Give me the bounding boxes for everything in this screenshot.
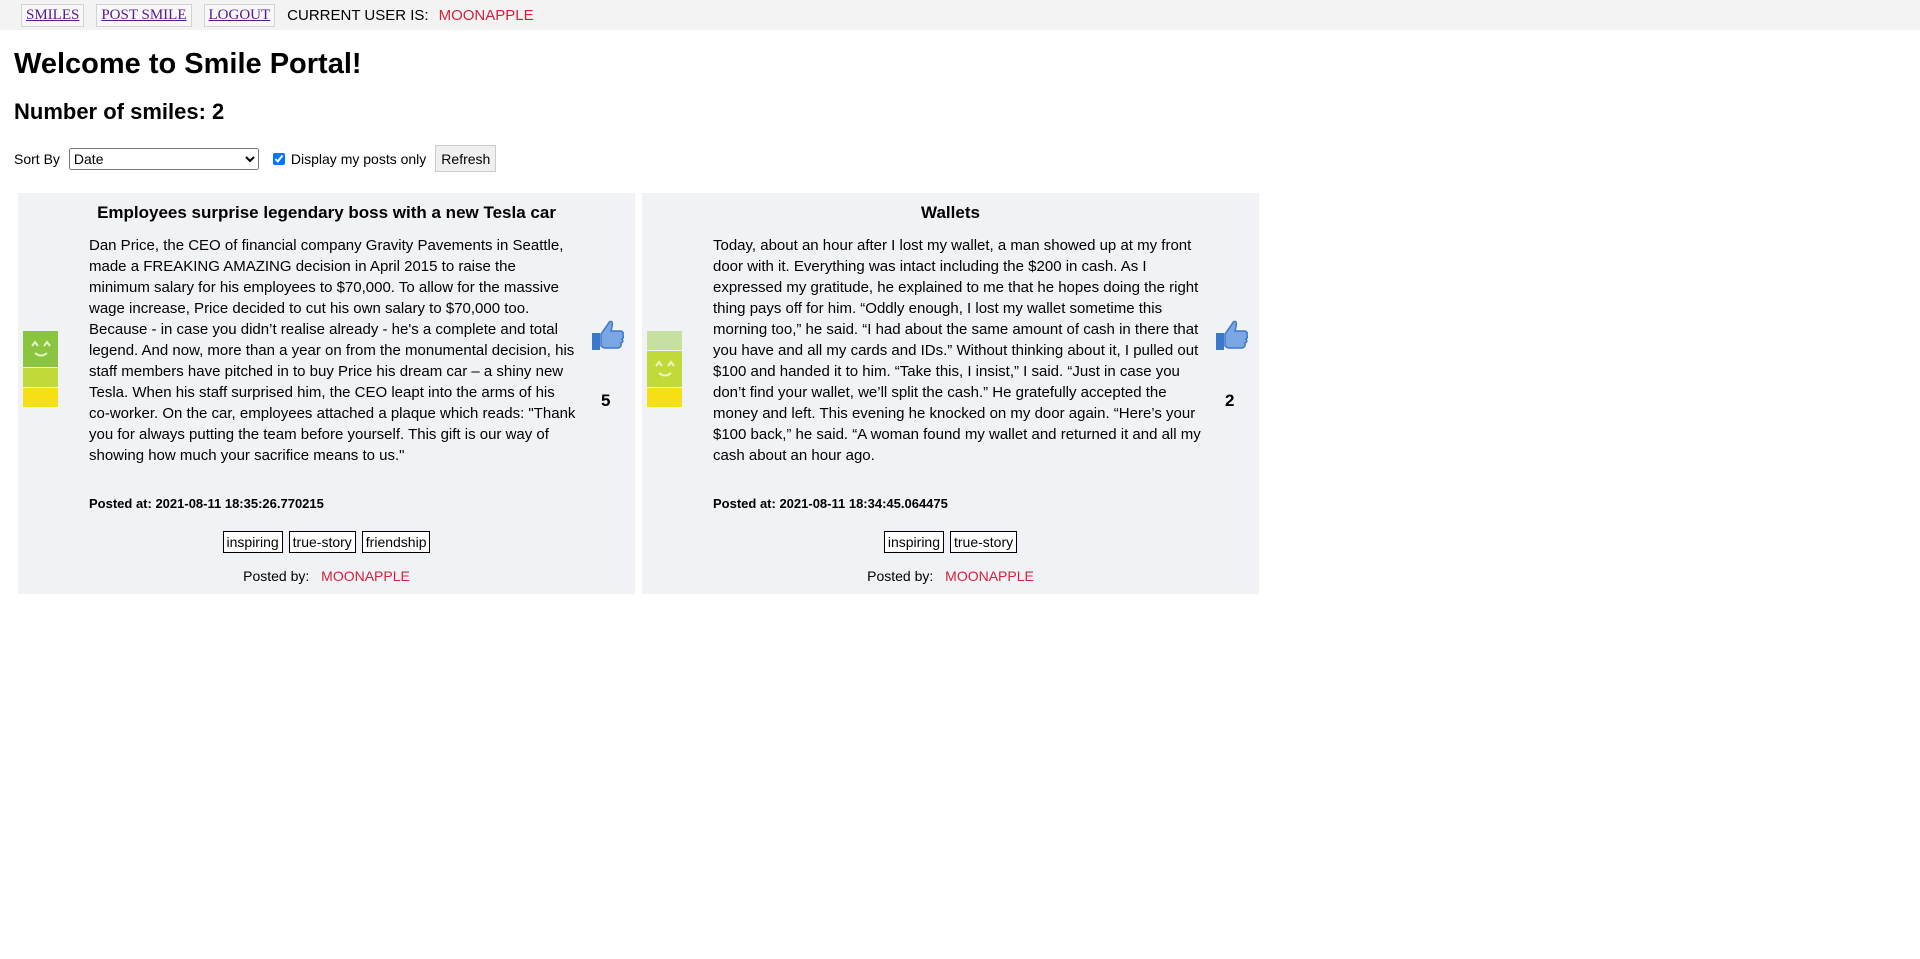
tag[interactable]: true-story — [950, 531, 1018, 553]
post-title: Wallets — [921, 203, 980, 222]
sort-by-label: Sort By — [14, 150, 60, 167]
thumbs-up-icon[interactable] — [1213, 316, 1251, 354]
smile-card: Employees surprise legendary boss with a… — [18, 193, 635, 594]
display-mine-label: Display my posts only — [290, 150, 427, 167]
tag[interactable]: true-story — [288, 531, 356, 553]
smile-count: Number of smiles: 2 — [14, 99, 225, 124]
refresh-button[interactable]: Refresh — [435, 145, 497, 172]
posted-by-label: Posted by: — [867, 568, 934, 584]
display-mine-checkbox[interactable] — [272, 152, 285, 165]
nav-logout-link[interactable]: LOGOUT — [203, 3, 276, 27]
controls-bar: Sort By Date Display my posts only Refre… — [14, 145, 1920, 172]
posted-by-label: Posted by: — [243, 568, 310, 584]
tag-list: inspiring true-story friendship — [18, 531, 635, 553]
sort-by-select[interactable]: Date — [68, 147, 259, 170]
post-body: Today, about an hour after I lost my wal… — [713, 237, 1201, 464]
posted-at: Posted at: 2021-08-11 18:34:45.064475 — [713, 496, 948, 511]
page-title: Welcome to Smile Portal! — [14, 48, 362, 80]
meter-segment — [23, 388, 58, 407]
current-user-name: MOONAPPLE — [438, 6, 534, 24]
tag[interactable]: inspiring — [222, 531, 283, 553]
top-nav-bar: SMILES POST SMILE LOGOUT CURRENT USER IS… — [0, 0, 1920, 30]
posted-by: Posted by: MOONAPPLE — [642, 568, 1259, 584]
like-count: 2 — [1225, 391, 1235, 410]
tag[interactable]: friendship — [361, 531, 431, 553]
posted-by: Posted by: MOONAPPLE — [18, 568, 635, 584]
happiness-meter — [23, 331, 58, 408]
like-count: 5 — [601, 391, 611, 410]
current-user-label: CURRENT USER IS: — [287, 6, 429, 24]
thumbs-up-icon[interactable] — [589, 316, 627, 354]
tag[interactable]: inspiring — [883, 531, 944, 553]
smile-card: Wallets Today, about an hour after I los… — [642, 193, 1259, 594]
nav-smiles-link[interactable]: SMILES — [21, 3, 85, 27]
tag-list: inspiring true-story — [642, 531, 1259, 553]
happiness-meter — [647, 331, 682, 408]
meter-segment — [23, 368, 58, 387]
smile-face-icon — [647, 351, 682, 387]
posted-by-user: MOONAPPLE — [321, 568, 410, 584]
post-title: Employees surprise legendary boss with a… — [97, 203, 556, 222]
smile-face-icon — [23, 331, 58, 367]
smile-cards: Employees surprise legendary boss with a… — [18, 193, 1920, 594]
meter-segment — [647, 388, 682, 407]
meter-segment — [647, 331, 682, 350]
posted-by-user: MOONAPPLE — [945, 568, 1034, 584]
posted-at: Posted at: 2021-08-11 18:35:26.770215 — [89, 496, 324, 511]
nav-post-smile-link[interactable]: POST SMILE — [96, 3, 192, 27]
post-body: Dan Price, the CEO of financial company … — [89, 237, 576, 464]
